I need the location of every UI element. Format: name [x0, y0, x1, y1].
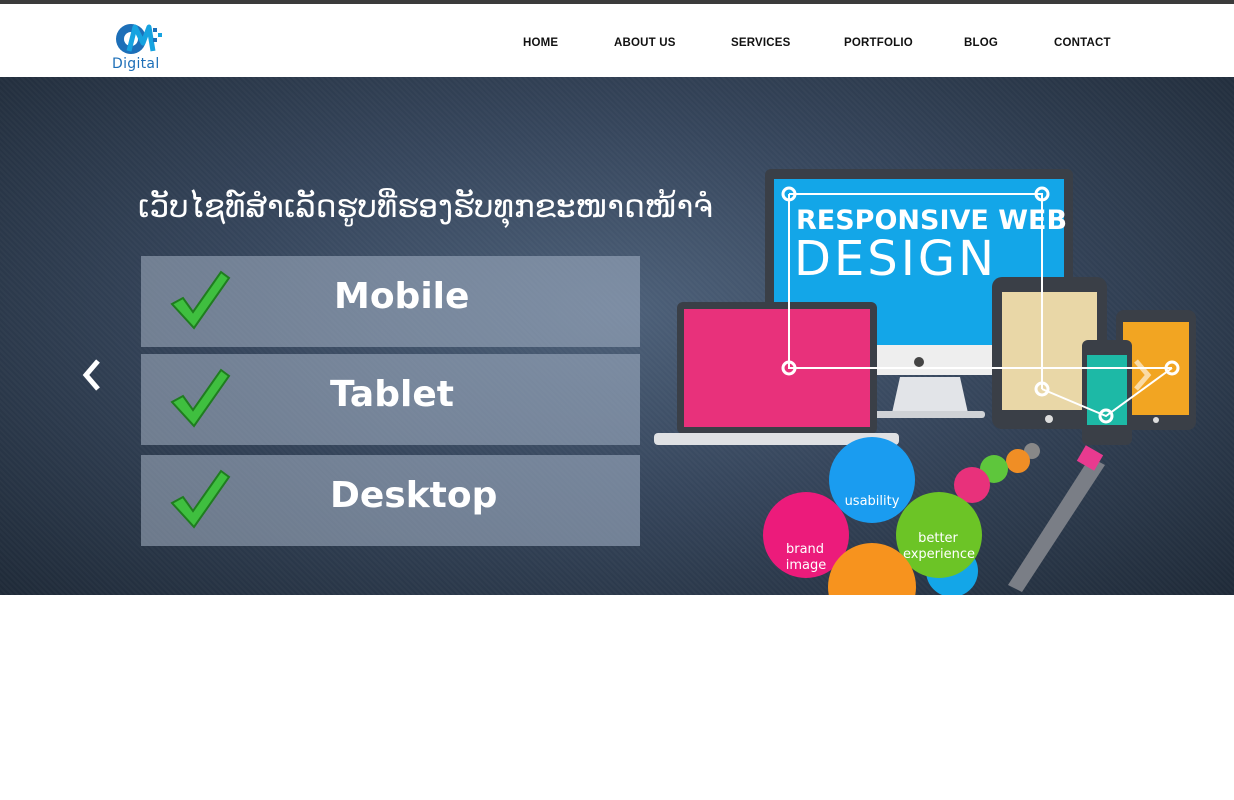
nav-about-us[interactable]: ABOUT US [614, 37, 676, 49]
art-title-line2: DESIGN [794, 231, 997, 287]
main-nav: HOME ABOUT US SERVICES PORTFOLIO BLOG CO… [0, 37, 1234, 57]
bubble-experience-label: experience [903, 547, 975, 562]
check-mark-icon [170, 368, 231, 428]
chevron-left-icon[interactable] [80, 357, 102, 393]
feature-panel-mobile: Mobile [141, 256, 640, 347]
check-mark-icon [170, 469, 231, 529]
bubble-better-label: better [918, 531, 958, 546]
nav-blog[interactable]: BLOG [964, 37, 998, 49]
bubble-usability [829, 437, 915, 523]
nav-portfolio[interactable]: PORTFOLIO [844, 37, 913, 49]
hero-slider: ເວັບໄຊທ໌ສຳເລັດຮູບທີ່ຮອງຮັບທຸກຂະໜາດໜ້າຈໍ … [0, 77, 1234, 595]
nav-contact[interactable]: CONTACT [1054, 37, 1111, 49]
nav-services[interactable]: SERVICES [731, 37, 791, 49]
feature-panel-desktop: Desktop [141, 455, 640, 546]
bubble-brand-label: brand [786, 542, 824, 557]
check-mark-icon [170, 270, 231, 330]
panel-label-desktop: Desktop [330, 475, 498, 516]
chevron-right-icon[interactable] [1132, 357, 1154, 393]
bubble-image-label: image [786, 558, 827, 573]
logo-text: Digital [112, 56, 160, 72]
feature-panel-tablet: Tablet [141, 354, 640, 445]
nav-home[interactable]: HOME [523, 37, 558, 49]
panel-label-mobile: Mobile [334, 276, 470, 317]
hero-headline: ເວັບໄຊທ໌ສຳເລັດຮູບທີ່ຮອງຮັບທຸກຂະໜາດໜ້າຈໍ [138, 189, 713, 225]
responsive-design-illustration: RESPONSIVE WEB DESIGN usability brand im… [654, 169, 1196, 595]
bubble-usability-label: usability [845, 494, 900, 509]
site-header: Digital HOME ABOUT US SERVICES PORTFOLIO… [0, 4, 1234, 77]
panel-label-tablet: Tablet [330, 374, 454, 415]
